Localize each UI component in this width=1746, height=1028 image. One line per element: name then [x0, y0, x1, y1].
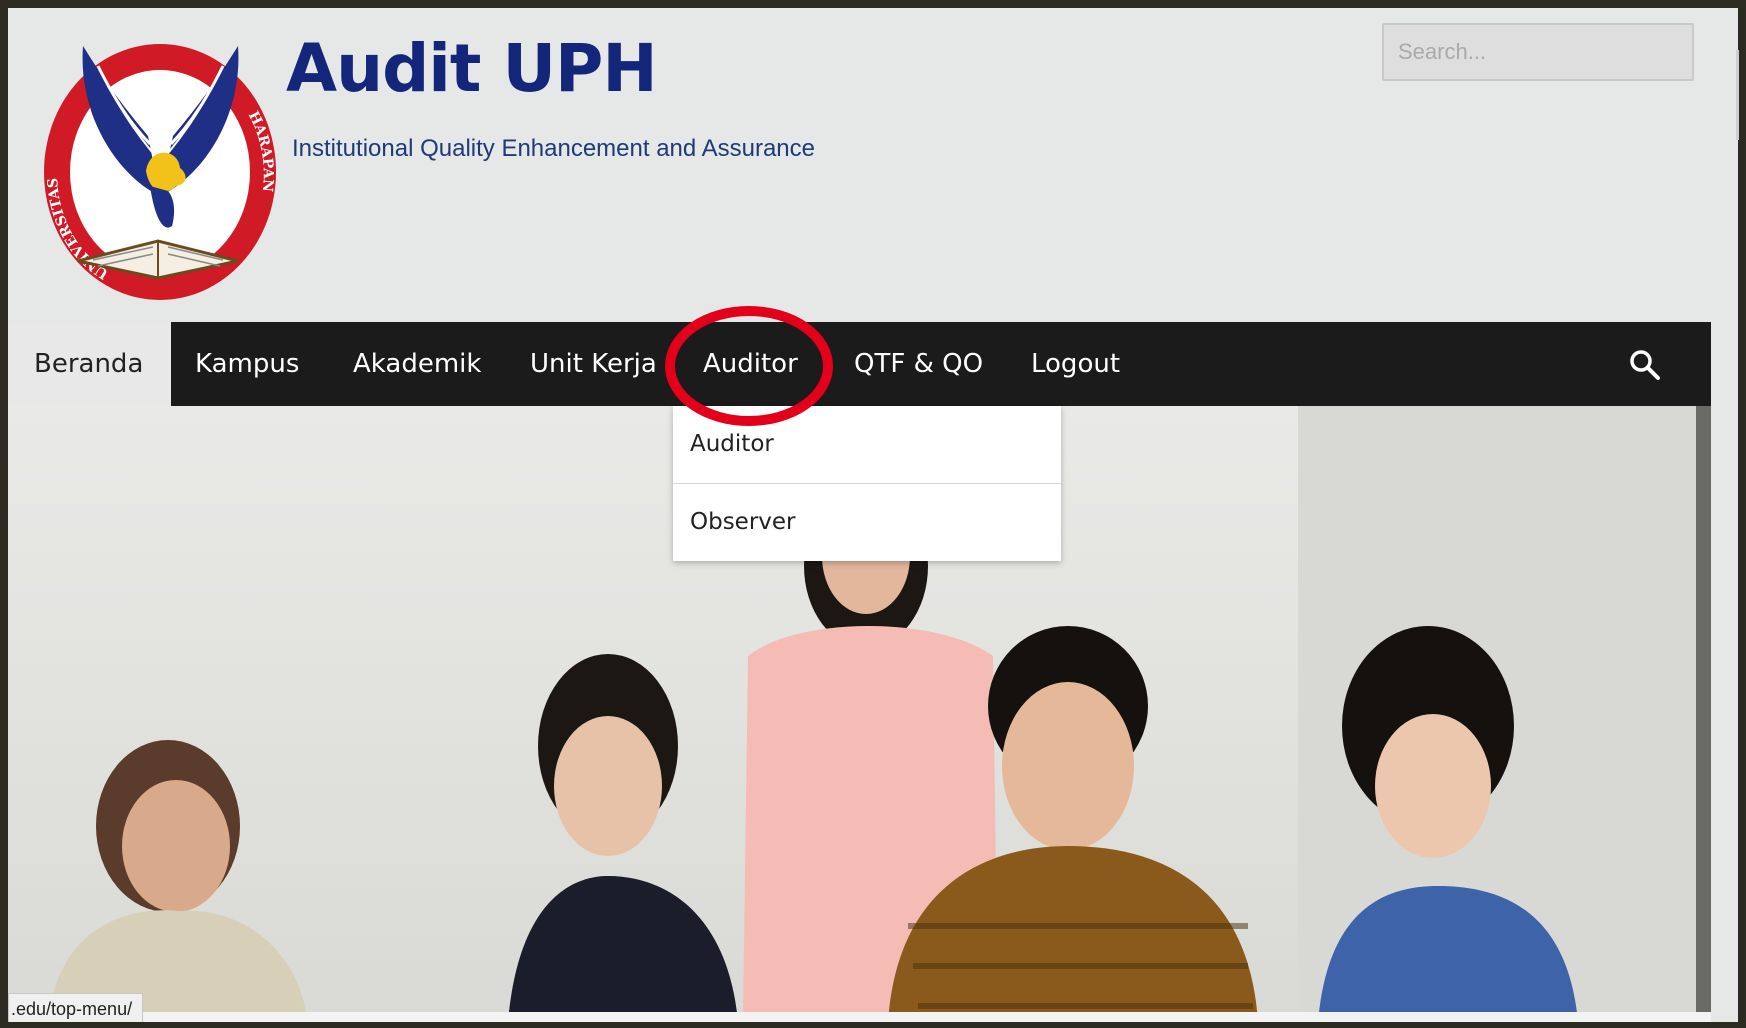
nav-item-unit-kerja[interactable]: Unit Kerja — [530, 322, 657, 406]
browser-viewport: PELITA UNIVERSITAS HARAPAN Audit UPH Ins… — [8, 8, 1738, 1022]
site-title[interactable]: Audit UPH — [286, 30, 658, 107]
dropdown-item-observer[interactable]: Observer — [673, 484, 1061, 561]
nav-item-logout[interactable]: Logout — [1031, 322, 1120, 406]
nav-item-akademik[interactable]: Akademik — [353, 322, 481, 406]
status-bar-url: .edu/top-menu/ — [8, 993, 144, 1022]
scrollbar-thumb[interactable] — [1736, 50, 1739, 140]
nav-item-kampus[interactable]: Kampus — [195, 322, 299, 406]
search-icon[interactable] — [1628, 348, 1662, 382]
highlight-circle-annotation — [665, 306, 833, 426]
site-tagline: Institutional Quality Enhancement and As… — [292, 135, 815, 162]
search-input[interactable] — [1382, 23, 1694, 81]
nav-item-beranda[interactable]: Beranda — [8, 322, 172, 406]
uph-logo[interactable]: PELITA UNIVERSITAS HARAPAN — [38, 26, 283, 304]
auditor-dropdown-menu: Auditor Observer — [673, 406, 1061, 561]
main-navigation: Beranda Kampus Akademik Unit Kerja Audit… — [8, 322, 1711, 406]
nav-item-qtf-qo[interactable]: QTF & QO — [854, 322, 983, 406]
